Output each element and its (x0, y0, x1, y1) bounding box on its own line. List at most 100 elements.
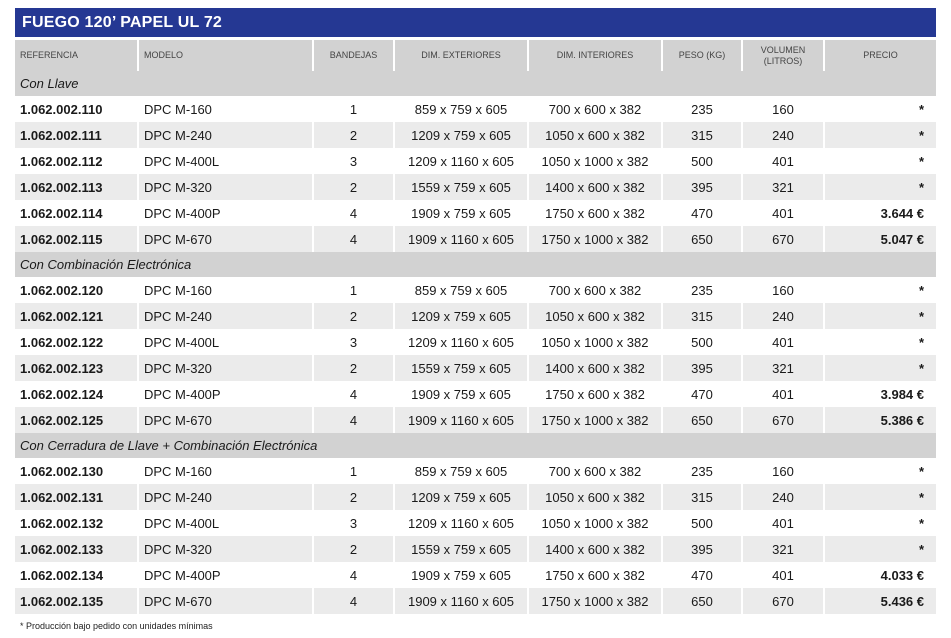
cell-dim-exteriores: 859 x 759 x 605 (395, 96, 529, 122)
footnote: * Producción bajo pedido con unidades mí… (20, 621, 213, 631)
cell-modelo: DPC M-240 (139, 303, 314, 329)
cell-volumen: 321 (743, 355, 825, 381)
cell-modelo: DPC M-670 (139, 407, 314, 433)
cell-bandejas: 1 (314, 96, 395, 122)
cell-modelo: DPC M-400L (139, 329, 314, 355)
cell-volumen: 401 (743, 510, 825, 536)
cell-bandejas: 4 (314, 200, 395, 226)
cell-volumen: 401 (743, 562, 825, 588)
header-bandejas: BANDEJAS (314, 40, 395, 71)
cell-peso: 235 (663, 96, 743, 122)
cell-modelo: DPC M-240 (139, 122, 314, 148)
table-row: 1.062.002.130 DPC M-160 1 859 x 759 x 605 70… (15, 458, 936, 484)
cell-referencia: 1.062.002.120 (15, 277, 139, 303)
header-dim-interiores: DIM. INTERIORES (529, 40, 663, 71)
table-row: 1.062.002.133 DPC M-320 2 1559 x 759 x 605 1… (15, 536, 936, 562)
group-title: Con Cerradura de Llave + Combinación Ele… (15, 433, 936, 458)
cell-peso: 650 (663, 588, 743, 614)
table-header-row: REFERENCIA MODELO BANDEJAS DIM. EXTERIOR… (15, 40, 936, 71)
cell-modelo: DPC M-320 (139, 536, 314, 562)
cell-dim-interiores: 1750 x 600 x 382 (529, 381, 663, 407)
table-row: 1.062.002.124 DPC M-400P 4 1909 x 759 x 605… (15, 381, 936, 407)
cell-dim-exteriores: 1909 x 1160 x 605 (395, 588, 529, 614)
cell-peso: 650 (663, 226, 743, 252)
cell-volumen: 160 (743, 96, 825, 122)
header-dim-exteriores: DIM. EXTERIORES (395, 40, 529, 71)
cell-bandejas: 2 (314, 355, 395, 381)
group-title: Con Llave (15, 71, 936, 96)
cell-precio: * (825, 510, 936, 536)
cell-dim-exteriores: 1559 x 759 x 605 (395, 174, 529, 200)
cell-referencia: 1.062.002.112 (15, 148, 139, 174)
cell-precio: * (825, 122, 936, 148)
table-row: 1.062.002.120 DPC M-160 1 859 x 759 x 605 70… (15, 277, 936, 303)
cell-precio: * (825, 329, 936, 355)
cell-referencia: 1.062.002.111 (15, 122, 139, 148)
cell-bandejas: 2 (314, 122, 395, 148)
cell-volumen: 670 (743, 588, 825, 614)
cell-dim-exteriores: 1559 x 759 x 605 (395, 536, 529, 562)
cell-peso: 315 (663, 303, 743, 329)
cell-bandejas: 3 (314, 329, 395, 355)
cell-bandejas: 3 (314, 148, 395, 174)
cell-dim-exteriores: 1209 x 1160 x 605 (395, 329, 529, 355)
cell-peso: 395 (663, 355, 743, 381)
cell-peso: 395 (663, 174, 743, 200)
table-row: 1.062.002.115 DPC M-670 4 1909 x 1160 x 605… (15, 226, 936, 252)
cell-bandejas: 1 (314, 458, 395, 484)
cell-precio: 5.047 € (825, 226, 936, 252)
table-title: FUEGO 120’ PAPEL UL 72 (15, 8, 936, 37)
cell-dim-interiores: 1750 x 600 x 382 (529, 562, 663, 588)
cell-peso: 500 (663, 329, 743, 355)
cell-bandejas: 4 (314, 562, 395, 588)
cell-peso: 315 (663, 484, 743, 510)
cell-dim-exteriores: 1209 x 1160 x 605 (395, 148, 529, 174)
cell-bandejas: 4 (314, 588, 395, 614)
cell-dim-exteriores: 1909 x 759 x 605 (395, 381, 529, 407)
group-row: Con Cerradura de Llave + Combinación Ele… (15, 433, 936, 458)
cell-modelo: DPC M-670 (139, 588, 314, 614)
header-peso: PESO (KG) (663, 40, 743, 71)
cell-referencia: 1.062.002.114 (15, 200, 139, 226)
table-row: 1.062.002.111 DPC M-240 2 1209 x 759 x 605 1… (15, 122, 936, 148)
cell-referencia: 1.062.002.113 (15, 174, 139, 200)
table-row: 1.062.002.113 DPC M-320 2 1559 x 759 x 605 1… (15, 174, 936, 200)
cell-bandejas: 4 (314, 407, 395, 433)
table-body: Con Llave 1.062.002.110 DPC M-160 1 859 x 75… (15, 71, 936, 614)
cell-dim-interiores: 1050 x 600 x 382 (529, 122, 663, 148)
cell-precio: * (825, 96, 936, 122)
group-row: Con Llave (15, 71, 936, 96)
cell-volumen: 670 (743, 407, 825, 433)
cell-volumen: 240 (743, 484, 825, 510)
cell-dim-interiores: 1050 x 600 x 382 (529, 484, 663, 510)
cell-referencia: 1.062.002.130 (15, 458, 139, 484)
cell-peso: 235 (663, 277, 743, 303)
cell-precio: * (825, 174, 936, 200)
cell-dim-exteriores: 859 x 759 x 605 (395, 277, 529, 303)
cell-dim-exteriores: 1209 x 759 x 605 (395, 122, 529, 148)
cell-volumen: 240 (743, 122, 825, 148)
cell-volumen: 401 (743, 381, 825, 407)
cell-peso: 500 (663, 148, 743, 174)
table-row: 1.062.002.121 DPC M-240 2 1209 x 759 x 605 1… (15, 303, 936, 329)
cell-bandejas: 1 (314, 277, 395, 303)
cell-dim-interiores: 1400 x 600 x 382 (529, 355, 663, 381)
cell-modelo: DPC M-670 (139, 226, 314, 252)
cell-referencia: 1.062.002.122 (15, 329, 139, 355)
table-row: 1.062.002.112 DPC M-400L 3 1209 x 1160 x 60… (15, 148, 936, 174)
cell-referencia: 1.062.002.115 (15, 226, 139, 252)
cell-volumen: 160 (743, 458, 825, 484)
cell-bandejas: 2 (314, 174, 395, 200)
header-volumen-line1: VOLUMEN (760, 44, 806, 55)
cell-precio: 3.644 € (825, 200, 936, 226)
cell-dim-exteriores: 859 x 759 x 605 (395, 458, 529, 484)
cell-peso: 235 (663, 458, 743, 484)
group-title: Con Combinación Electrónica (15, 252, 936, 277)
cell-peso: 470 (663, 562, 743, 588)
cell-dim-exteriores: 1559 x 759 x 605 (395, 355, 529, 381)
cell-dim-exteriores: 1209 x 1160 x 605 (395, 510, 529, 536)
cell-dim-interiores: 700 x 600 x 382 (529, 458, 663, 484)
cell-precio: 4.033 € (825, 562, 936, 588)
cell-referencia: 1.062.002.125 (15, 407, 139, 433)
cell-referencia: 1.062.002.134 (15, 562, 139, 588)
